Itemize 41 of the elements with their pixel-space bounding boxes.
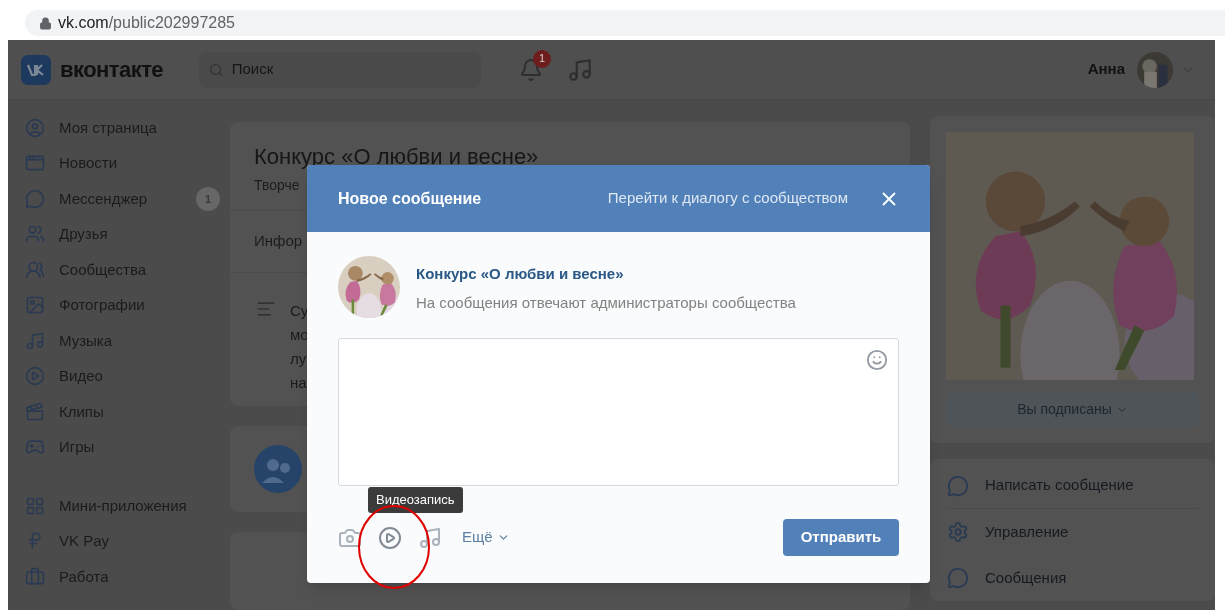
logo-text: вконтакте — [60, 56, 164, 84]
grid-icon — [25, 495, 45, 516]
url-text: vk.com/public202997285 — [58, 13, 235, 33]
notification-badge: 1 — [533, 49, 552, 68]
smile-icon[interactable] — [866, 349, 888, 371]
message-field[interactable] — [338, 338, 899, 486]
address-bar[interactable]: vk.com/public202997285 — [25, 10, 1225, 36]
more-button[interactable]: Ещё — [462, 526, 510, 549]
music-icon[interactable] — [567, 56, 594, 83]
action-item[interactable]: Сообщения — [947, 555, 1198, 601]
chat-bubble-icon — [947, 567, 969, 589]
user-circle-icon — [25, 117, 45, 138]
search-icon — [209, 61, 224, 78]
lock-icon — [39, 16, 52, 30]
settings-icon — [947, 521, 969, 543]
play-icon[interactable] — [378, 525, 402, 550]
people-icon — [25, 224, 45, 245]
logo-icon — [21, 54, 51, 85]
bell-button[interactable]: 1 — [519, 49, 552, 82]
text-lines-icon — [256, 299, 276, 319]
community-name[interactable]: Конкурс «О любви и весне» — [416, 263, 796, 286]
community-title: Конкурс «О любви и весне» — [254, 143, 540, 171]
music-note-icon[interactable] — [418, 525, 442, 550]
music-note-icon — [25, 330, 45, 351]
group-icon — [25, 259, 45, 280]
tooltip: Видеозапись — [368, 487, 463, 513]
briefcase-icon — [25, 566, 45, 587]
window-icon — [25, 153, 45, 174]
dialog-link[interactable]: Перейти к диалогу с сообществом — [607, 187, 848, 210]
group-avatar-icon — [254, 444, 302, 493]
clip-icon — [25, 401, 45, 422]
play-icon — [25, 366, 45, 387]
dialog-title: Новое сообщение — [338, 188, 482, 209]
chat-bubble-icon — [947, 474, 969, 497]
action-item[interactable]: Написать сообщение — [947, 463, 1198, 509]
image-icon — [25, 295, 45, 316]
chat-bubble-icon — [25, 188, 45, 209]
action-item[interactable]: Управление — [947, 509, 1198, 555]
dialog-note: На сообщения отвечают администраторы сообщества — [416, 292, 796, 313]
user-name[interactable]: Анна — [1087, 58, 1125, 81]
send-button[interactable]: Отправить — [783, 519, 899, 556]
